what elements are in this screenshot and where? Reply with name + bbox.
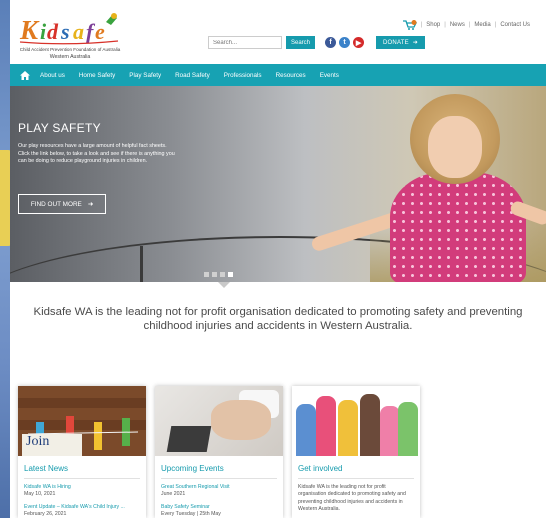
- nav-home-safety[interactable]: Home Safety: [79, 72, 115, 79]
- logo-subtitle: Child Accident Prevention Foundation of …: [19, 47, 121, 52]
- news-date: May 10, 2021: [24, 491, 56, 497]
- search-bar: Search f t ▶ DONATE ➜: [208, 36, 426, 49]
- card-latest-news[interactable]: Join Latest News Kidsafe WA is Hiring Ma…: [18, 386, 146, 518]
- wood-plank: [18, 398, 146, 408]
- hands: [211, 400, 271, 440]
- card-upcoming-events[interactable]: Upcoming Events Great Southern Regional …: [155, 386, 283, 518]
- donate-button[interactable]: DONATE ➜: [376, 36, 426, 49]
- home-icon[interactable]: [20, 70, 30, 80]
- separator: |: [494, 22, 497, 28]
- kidsafe-logo-mark: K i d s a f e: [19, 13, 119, 45]
- card-title[interactable]: Get involved: [298, 464, 342, 473]
- card-image-kids: [292, 386, 420, 456]
- link-media[interactable]: Media: [474, 22, 490, 28]
- hero-pole: [140, 246, 143, 282]
- social-links: f t ▶: [325, 37, 365, 48]
- link-contact-us[interactable]: Contact Us: [500, 22, 530, 28]
- join-note: Join: [22, 434, 82, 456]
- feature-cards: Join Latest News Kidsafe WA is Hiring Ma…: [18, 386, 422, 518]
- hero-title: PLAY SAFETY: [18, 121, 101, 135]
- slider-dot-active[interactable]: [228, 272, 233, 277]
- event-link[interactable]: Baby Safety Seminar: [161, 504, 210, 510]
- card-get-involved[interactable]: Get involved Kidsafe WA is the leading n…: [292, 386, 420, 518]
- search-input[interactable]: [208, 36, 282, 49]
- divider: [161, 478, 277, 479]
- nav-about-us[interactable]: About us: [40, 72, 65, 79]
- kid: [296, 404, 316, 456]
- news-link[interactable]: Kidsafe WA is Hiring: [24, 484, 71, 490]
- separator: |: [444, 22, 446, 28]
- hero-slider: [10, 86, 546, 282]
- separator: |: [468, 22, 471, 28]
- slider-dot[interactable]: [204, 272, 209, 277]
- slider-pager: [204, 272, 233, 277]
- kid: [398, 402, 418, 456]
- svg-text:d: d: [47, 19, 59, 44]
- intro-text: Kidsafe WA is the leading not for profit…: [33, 306, 523, 332]
- kid: [360, 394, 380, 456]
- arrow-right-icon: ➜: [412, 40, 419, 46]
- card-title[interactable]: Latest News: [24, 464, 68, 473]
- hero-dress-pattern: [390, 172, 526, 282]
- facebook-icon[interactable]: f: [325, 37, 337, 48]
- laptop: [166, 426, 212, 452]
- nav-professionals[interactable]: Professionals: [224, 72, 262, 79]
- svg-text:K: K: [19, 15, 40, 45]
- news-date: February 26, 2021: [24, 511, 67, 517]
- link-news[interactable]: News: [450, 22, 465, 28]
- arrow-right-icon: ➜: [87, 201, 94, 208]
- divider: [298, 478, 414, 479]
- kid: [380, 406, 400, 456]
- kid: [338, 400, 358, 456]
- slider-dot[interactable]: [212, 272, 217, 277]
- link-shop[interactable]: Shop: [426, 22, 440, 28]
- kid: [316, 396, 336, 456]
- svg-text:a: a: [73, 19, 84, 44]
- cart-icon[interactable]: [402, 20, 417, 30]
- card-title[interactable]: Upcoming Events: [161, 464, 224, 473]
- svg-text:s: s: [60, 19, 70, 44]
- nav-play-safety[interactable]: Play Safety: [129, 72, 161, 79]
- event-link[interactable]: Great Southern Regional Visit: [161, 484, 230, 490]
- divider: [24, 478, 140, 479]
- event-date: June 2021: [161, 491, 186, 497]
- search-button[interactable]: Search: [286, 36, 316, 49]
- news-link[interactable]: Event Update – Kidsafe WA's Child Injury…: [24, 504, 125, 510]
- donate-label: DONATE: [383, 39, 409, 46]
- nav-events[interactable]: Events: [320, 72, 339, 79]
- card-text: Kidsafe WA is the leading not for profit…: [298, 484, 406, 513]
- svg-text:i: i: [40, 19, 47, 44]
- svg-text:e: e: [95, 19, 105, 44]
- section-pointer: [218, 282, 230, 288]
- youtube-icon[interactable]: ▶: [353, 37, 365, 48]
- event-date: Every Tuesday | 25th May: [161, 511, 221, 517]
- web-page: K i d s a f e Child Accident Prevention …: [10, 0, 546, 518]
- hero-description: Our play resources have a large amount o…: [18, 143, 175, 165]
- find-out-more-label: FIND OUT MORE: [30, 200, 82, 208]
- logo-region: Western Australia: [49, 54, 91, 60]
- slider-dot[interactable]: [220, 272, 225, 277]
- nav-resources[interactable]: Resources: [276, 72, 306, 79]
- twitter-icon[interactable]: t: [339, 37, 351, 48]
- nav-road-safety[interactable]: Road Safety: [175, 72, 210, 79]
- top-links: | Shop | News | Media | Contact Us: [402, 20, 530, 30]
- find-out-more-button[interactable]: FIND OUT MORE ➜: [18, 194, 106, 214]
- separator: |: [420, 22, 423, 28]
- hero-child-face: [428, 116, 482, 178]
- main-nav: About us Home Safety Play Safety Road Sa…: [10, 64, 546, 86]
- card-image-events: [155, 386, 283, 456]
- card-image-news: Join: [18, 386, 146, 456]
- kidsafe-logo[interactable]: K i d s a f e Child Accident Prevention …: [18, 12, 122, 62]
